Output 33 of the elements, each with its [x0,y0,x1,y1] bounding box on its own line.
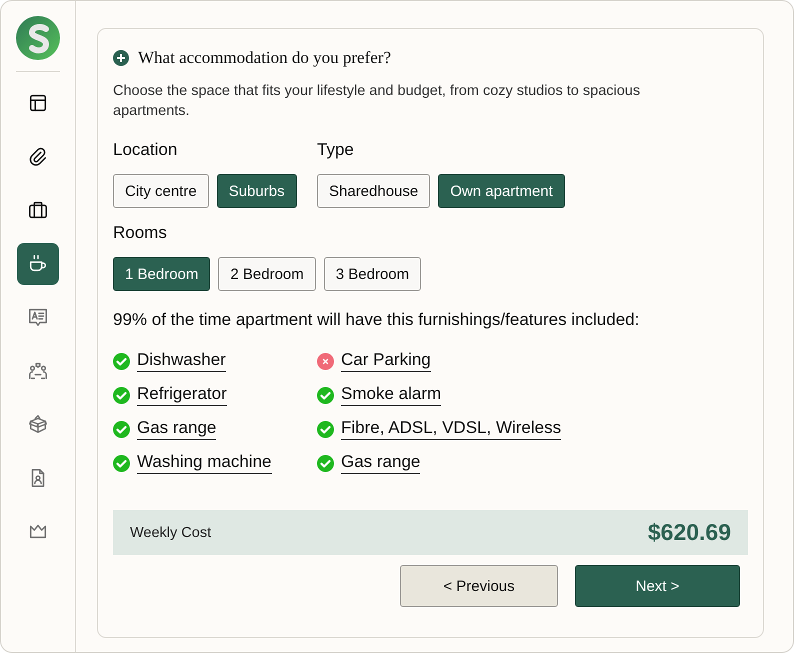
feature-link[interactable]: Washing machine [137,452,272,474]
box-icon [27,413,49,435]
feature-link[interactable]: Fibre, ADSL, VDSL, Wireless [341,418,562,440]
paperclip-icon [27,146,49,168]
filter-label: Location [113,140,178,160]
option-button[interactable]: 3 Bedroom [324,257,422,291]
cost-label: Weekly Cost [130,524,212,540]
cost-value: $620.69 [648,519,731,546]
feature-link[interactable]: Refrigerator [137,384,227,406]
feature-link[interactable]: Smoke alarm [341,384,442,406]
feature-link[interactable]: Dishwasher [137,350,226,372]
features-heading: 99% of the time apartment will have this furnishings/features included: [113,310,640,330]
option-button[interactable]: Own apartment [438,174,565,208]
briefcase-icon [27,199,49,221]
filter-label: Type [317,140,354,160]
filter-label: Rooms [113,223,167,243]
plus-icon [113,50,129,66]
logo-icon [16,16,60,60]
feature-link[interactable]: Car Parking [341,350,431,372]
feature-link[interactable]: Gas range [137,418,216,440]
option-button[interactable]: Suburbs [216,174,297,208]
question-title: What accommodation do you prefer? [138,48,392,68]
feature-link[interactable]: Gas range [341,452,420,474]
option-button[interactable]: Sharedhouse [317,174,430,208]
option-button[interactable]: 2 Bedroom [218,257,316,291]
previous-button[interactable]: < Previous [400,565,558,607]
option-button[interactable]: City centre [113,174,209,208]
next-button[interactable]: Next > [575,565,740,607]
table-icon [27,92,49,114]
sidebar-item[interactable] [17,242,59,284]
question-description: Choose the space that fits your lifestyle and budget, from cozy studios to spacious apartments. [113,82,642,121]
text-bubble-icon [27,306,49,328]
option-button[interactable]: 1 Bedroom [113,257,210,291]
